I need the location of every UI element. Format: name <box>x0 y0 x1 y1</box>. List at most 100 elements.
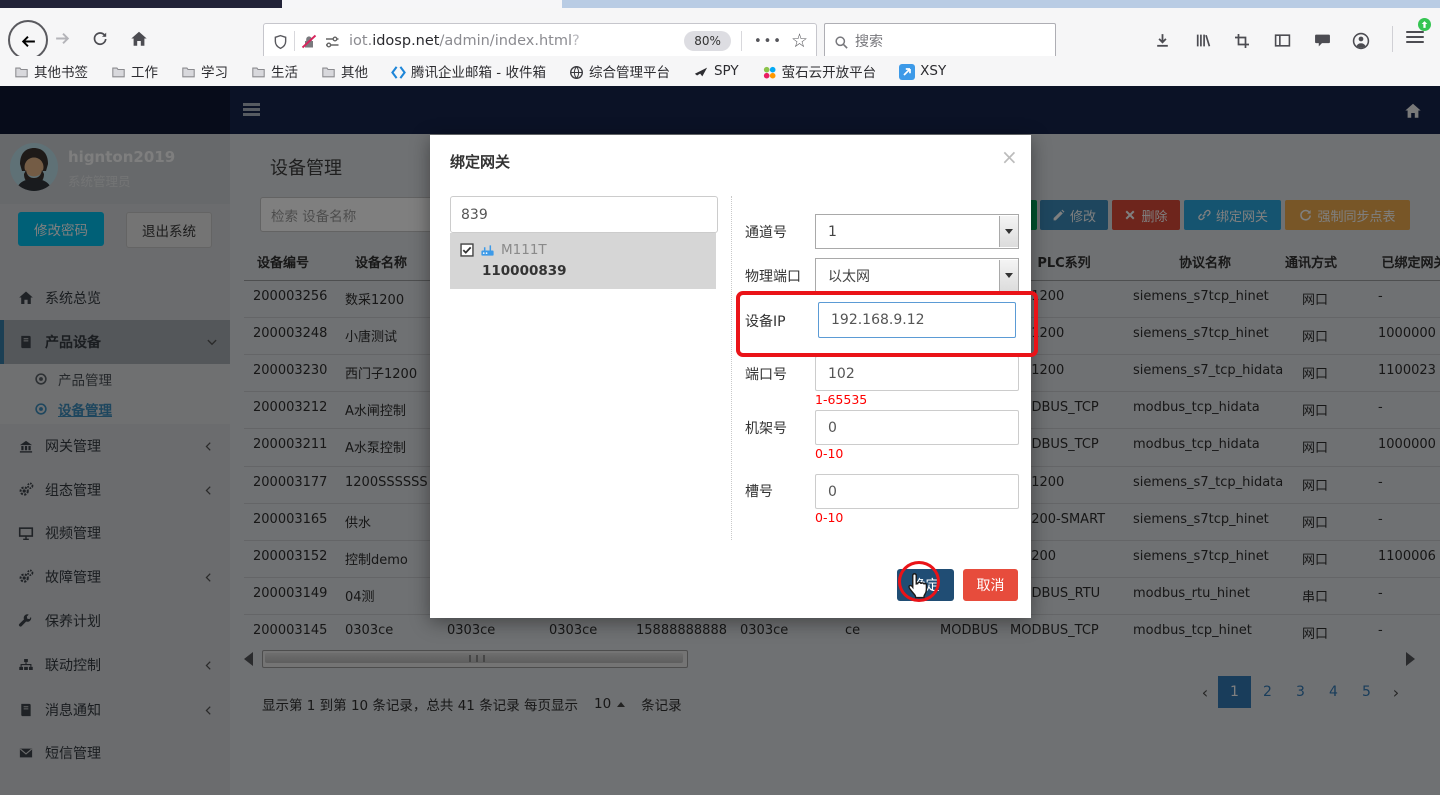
active-tab[interactable] <box>0 0 282 8</box>
bookmark-label: 其他书签 <box>34 61 88 81</box>
channel-label: 通道号 <box>745 222 787 242</box>
ok-button[interactable]: 确定 <box>897 569 954 601</box>
folder-icon <box>14 62 29 81</box>
bookmark-label: 腾讯企业邮箱 - 收件箱 <box>411 61 546 81</box>
home-button[interactable] <box>130 28 148 48</box>
divider <box>731 196 732 540</box>
gateway-id: 110000839 <box>482 263 567 279</box>
reload-button[interactable] <box>92 28 108 47</box>
caret-down-icon <box>1005 273 1013 278</box>
rack-value: 0 <box>828 420 837 436</box>
tencent-icon <box>391 62 406 81</box>
bookmark-item[interactable]: 萤石云开放平台 <box>762 61 877 81</box>
bookmark-item[interactable]: XSY <box>899 62 946 81</box>
bookmark-label: XSY <box>920 63 946 79</box>
channel-select[interactable]: 1 <box>815 214 1019 249</box>
sidebar-toggle-button[interactable] <box>1274 30 1291 49</box>
url-bar[interactable]: iot.idosp.net/admin/index.html? 80% ••• … <box>263 23 817 59</box>
update-badge-icon <box>1418 18 1431 31</box>
bookmark-label: 学习 <box>201 61 228 81</box>
dropdown-button[interactable] <box>999 260 1018 291</box>
bookmark-item[interactable]: 生活 <box>251 61 298 81</box>
bookmark-label: 综合管理平台 <box>589 61 670 81</box>
divider <box>1392 26 1393 52</box>
bookmark-label: SPY <box>714 63 739 79</box>
reload-icon <box>92 28 108 47</box>
device-ip-value: 192.168.9.12 <box>831 312 925 328</box>
downloads-button[interactable] <box>1154 30 1171 49</box>
globe-icon <box>569 62 584 81</box>
port-type-label: 物理端口 <box>745 266 801 286</box>
rack-input[interactable]: 0 <box>815 410 1019 445</box>
url-path: /admin/index.html <box>439 33 572 49</box>
port-hint: 1-65535 <box>815 392 867 407</box>
ys-icon <box>762 62 777 81</box>
rack-hint: 0-10 <box>815 446 843 461</box>
folder-icon <box>251 62 266 81</box>
bookmark-item[interactable]: 其他 <box>321 61 368 81</box>
browser-search-input[interactable]: 搜索 <box>824 23 1056 59</box>
browser-chrome: iot.idosp.net/admin/index.html? 80% ••• … <box>0 0 1440 86</box>
caret-down-icon <box>1005 229 1013 234</box>
gateway-list-item[interactable]: M111T 110000839 <box>450 233 716 289</box>
inactive-tab[interactable] <box>282 0 562 8</box>
forward-button[interactable] <box>54 28 71 47</box>
folder-icon <box>181 62 196 81</box>
device-ip-label: 设备IP <box>745 311 786 331</box>
search-placeholder: 搜索 <box>855 31 883 51</box>
insecure-lock-icon[interactable] <box>301 32 317 51</box>
messages-button[interactable] <box>1314 30 1331 49</box>
forward-icon <box>54 28 71 47</box>
permissions-icon[interactable] <box>324 32 340 51</box>
divider <box>294 31 295 51</box>
back-button[interactable] <box>8 20 48 60</box>
shield-icon[interactable] <box>273 32 288 51</box>
bookmark-label: 萤石云开放平台 <box>782 61 877 81</box>
bookmark-item[interactable]: 综合管理平台 <box>569 61 670 81</box>
account-button[interactable] <box>1352 30 1370 50</box>
gateway-icon <box>480 242 495 258</box>
gateway-checkbox[interactable] <box>460 242 474 258</box>
screenshot-button[interactable] <box>1234 30 1250 49</box>
folder-icon <box>111 62 126 81</box>
gateway-search-input[interactable]: 839 <box>450 196 718 233</box>
rack-label: 机架号 <box>745 418 787 438</box>
slot-value: 0 <box>828 484 837 500</box>
modal-title: 绑定网关 <box>450 151 510 172</box>
url-query: ? <box>572 33 580 49</box>
bookmark-label: 生活 <box>271 61 298 81</box>
back-icon <box>20 31 37 50</box>
page-actions-icon[interactable]: ••• <box>754 34 783 49</box>
cancel-button[interactable]: 取消 <box>963 569 1018 601</box>
modal-close-icon[interactable]: × <box>1001 147 1018 167</box>
gateway-search-value: 839 <box>461 207 488 223</box>
url-subdomain: iot. <box>349 33 372 49</box>
channel-value: 1 <box>828 224 837 240</box>
tab-strip <box>0 0 1440 8</box>
slot-input[interactable]: 0 <box>815 474 1019 509</box>
port-type-select[interactable]: 以太网 <box>815 258 1019 293</box>
bookmark-item[interactable]: 其他书签 <box>14 61 88 81</box>
port-input[interactable]: 102 <box>815 356 1019 391</box>
bookmark-item[interactable]: 工作 <box>111 61 158 81</box>
bookmark-star-icon[interactable]: ☆ <box>791 30 808 52</box>
port-type-value: 以太网 <box>828 266 870 286</box>
home-icon <box>130 28 148 47</box>
spy-icon <box>693 62 709 81</box>
library-button[interactable] <box>1194 30 1211 49</box>
navigation-toolbar: iot.idosp.net/admin/index.html? 80% ••• … <box>0 8 1440 57</box>
port-value: 102 <box>828 366 855 382</box>
bookmark-item[interactable]: SPY <box>693 62 739 81</box>
menu-button[interactable] <box>1406 31 1424 45</box>
slot-hint: 0-10 <box>815 510 843 525</box>
xsy-icon <box>899 62 915 81</box>
device-ip-input[interactable]: 192.168.9.12 <box>818 302 1016 338</box>
zoom-level-badge[interactable]: 80% <box>684 31 731 51</box>
dropdown-button[interactable] <box>999 216 1018 247</box>
bookmark-item[interactable]: 腾讯企业邮箱 - 收件箱 <box>391 61 546 81</box>
bookmarks-bar: 其他书签 工作 学习 生活 其他 腾讯企业邮箱 - 收件箱 综合管理平台 SPY 萤石云开放平台… <box>0 56 1440 86</box>
bookmark-item[interactable]: 学习 <box>181 61 228 81</box>
url-domain: idosp.net <box>372 33 439 49</box>
slot-label: 槽号 <box>745 481 773 501</box>
bookmark-label: 工作 <box>131 61 158 81</box>
